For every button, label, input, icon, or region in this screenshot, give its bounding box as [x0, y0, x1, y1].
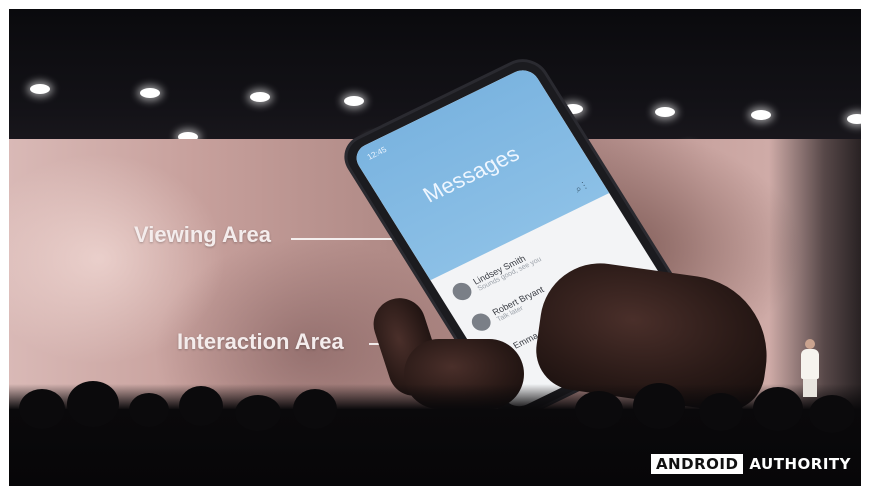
stage-light: [250, 92, 270, 102]
audience-head: [129, 393, 169, 427]
stage-light: [751, 110, 771, 120]
stage-light: [655, 107, 675, 117]
stage-light: [140, 88, 160, 98]
presenter-legs: [803, 379, 817, 397]
presenter-head: [805, 339, 815, 349]
photo-frame: Viewing Area Interaction Area 12:45 Mess…: [9, 9, 861, 486]
interaction-area-label: Interaction Area: [177, 329, 344, 354]
audience-head: [19, 389, 65, 429]
watermark-brand-text: AUTHORITY: [749, 455, 851, 473]
stage-light: [344, 96, 364, 106]
audience-head: [699, 393, 743, 431]
audience-head: [809, 395, 855, 433]
audience-head: [753, 387, 803, 431]
stage-light: [30, 84, 50, 94]
phone-status-time: 12:45: [365, 145, 389, 162]
avatar: [449, 279, 475, 304]
presenter: [797, 339, 823, 397]
audience-head: [293, 389, 337, 429]
audience-head: [633, 383, 685, 429]
avatar: [468, 310, 495, 334]
presenter-body: [801, 349, 819, 379]
search-icon: ⌕ ⋮: [573, 181, 589, 196]
watermark-brand-box: ANDROID: [650, 454, 744, 474]
audience-head: [179, 386, 223, 426]
audience-head: [67, 381, 119, 427]
audience-head: [575, 391, 623, 429]
audience-head: [235, 395, 281, 431]
phone-app-title: Messages: [418, 140, 524, 208]
watermark: ANDROID AUTHORITY: [650, 454, 851, 474]
viewing-area-label: Viewing Area: [134, 222, 271, 247]
stage-light: [847, 114, 861, 124]
